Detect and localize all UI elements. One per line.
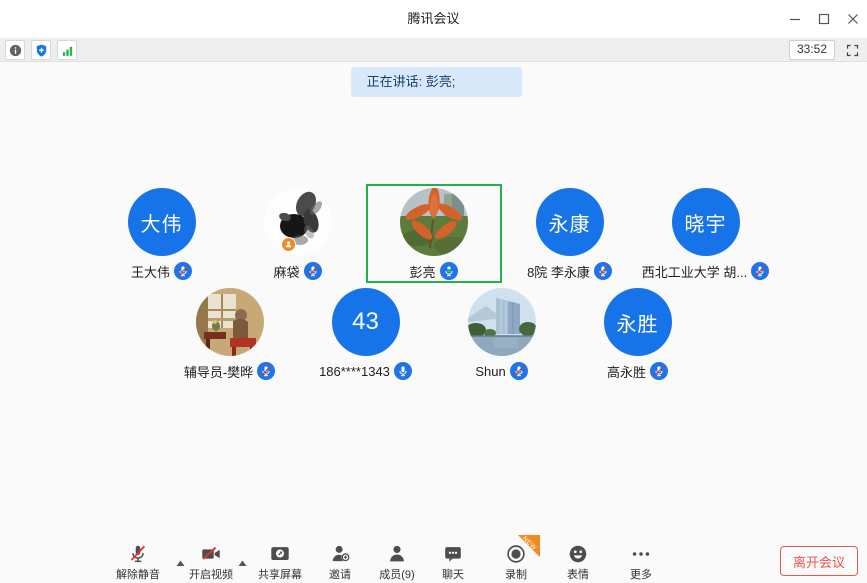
mic-muted-icon <box>510 362 528 380</box>
fullscreen-icon <box>845 43 860 58</box>
participant-name: 辅导员-樊晔 <box>184 362 253 381</box>
participant-tile-madai[interactable]: 麻袋 <box>230 184 366 283</box>
statusbar-left <box>5 40 77 60</box>
network-quality-button[interactable] <box>57 40 77 60</box>
emoji-icon <box>567 543 589 565</box>
avatar: 晓宇 <box>672 188 740 256</box>
start-video-button[interactable]: 开启视频 <box>179 541 243 582</box>
more-icon <box>629 543 653 565</box>
info-icon <box>8 43 23 58</box>
mic-speaking-icon <box>440 262 458 280</box>
share-screen-icon <box>268 543 292 565</box>
record-label: 录制 <box>505 566 527 582</box>
emoji-label: 表情 <box>567 566 589 582</box>
close-icon <box>847 13 859 25</box>
mic-muted-icon <box>257 362 275 380</box>
chat-label: 聊天 <box>442 566 464 582</box>
participant-tile-186[interactable]: 43 186****1343 <box>298 284 434 383</box>
avatar-leaf-photo <box>400 188 468 256</box>
meeting-timer: 33:52 <box>789 40 835 60</box>
mic-muted-icon <box>174 262 192 280</box>
statusbar: 33:52 <box>0 38 867 62</box>
window-controls <box>780 0 867 38</box>
security-button[interactable] <box>31 40 51 60</box>
leave-meeting-button[interactable]: 离开会议 <box>780 546 858 576</box>
maximize-button[interactable] <box>809 0 838 38</box>
chat-icon <box>442 543 464 565</box>
video-options-caret[interactable] <box>238 554 247 572</box>
statusbar-right: 33:52 <box>789 40 862 60</box>
minimize-icon <box>789 13 801 25</box>
avatar: 大伟 <box>128 188 196 256</box>
meeting-info-button[interactable] <box>5 40 25 60</box>
members-button[interactable]: 成员(9) <box>365 541 429 582</box>
participant-tile-pengliang-speaking[interactable]: 彭亮 <box>366 184 502 283</box>
avatar: 永康 <box>536 188 604 256</box>
host-badge-icon <box>281 237 296 252</box>
participant-tile-wangdawei[interactable]: 大伟 王大伟 <box>94 184 230 283</box>
close-button[interactable] <box>838 0 867 38</box>
invite-label: 邀请 <box>329 566 351 582</box>
participant-grid: 大伟 王大伟 <box>0 184 867 383</box>
speaking-banner: 正在讲话: 彭亮; <box>351 67 523 97</box>
participant-tile-gaoyongsheng[interactable]: 永胜 高永胜 <box>570 284 706 383</box>
camera-off-toolbar-icon <box>199 543 223 565</box>
maximize-icon <box>818 13 830 25</box>
avatar-ink-art <box>264 188 332 256</box>
chat-button[interactable]: 聊天 <box>421 541 485 582</box>
avatar: 永胜 <box>604 288 672 356</box>
participant-name: 麻袋 <box>273 262 299 281</box>
record-button[interactable]: NEW 录制 <box>484 541 548 582</box>
security-shield-icon <box>34 43 49 58</box>
members-label: 成员(9) <box>379 566 414 582</box>
participant-tile-xiaoyu[interactable]: 晓宇 西北工业大学 胡... <box>638 184 774 283</box>
share-screen-button[interactable]: 共享屏幕 <box>248 541 312 582</box>
participant-name: 高永胜 <box>607 362 646 381</box>
mic-muted-icon <box>751 262 769 280</box>
avatar-building-photo <box>468 288 536 356</box>
participant-row-1: 大伟 王大伟 <box>0 184 867 283</box>
titlebar: 腾讯会议 <box>0 0 867 38</box>
share-screen-label: 共享屏幕 <box>258 566 302 582</box>
network-signal-icon <box>60 43 75 58</box>
minimize-button[interactable] <box>780 0 809 38</box>
participant-name: Shun <box>475 364 505 379</box>
participant-name: 8院 李永康 <box>527 262 590 281</box>
mic-muted-toolbar-icon <box>127 543 149 565</box>
mic-muted-icon <box>594 262 612 280</box>
bottom-toolbar: 解除静音 开启视频 <box>0 535 867 583</box>
more-button[interactable]: 更多 <box>609 541 673 582</box>
invite-button[interactable]: 邀请 <box>308 541 372 582</box>
participant-name: 186****1343 <box>319 364 390 379</box>
unmute-button[interactable]: 解除静音 <box>106 541 170 582</box>
meeting-window: 腾讯会议 <box>0 0 867 583</box>
invite-icon <box>329 543 352 565</box>
participant-tile-fudaoyuan[interactable]: 辅导员-樊晔 <box>162 284 298 383</box>
avatar-painting-photo <box>196 288 264 356</box>
participant-name: 王大伟 <box>131 262 170 281</box>
participant-row-2: 辅导员-樊晔 43 186****1343 <box>0 284 867 383</box>
emoji-button[interactable]: 表情 <box>546 541 610 582</box>
avatar: 43 <box>332 288 400 356</box>
members-icon <box>386 543 408 565</box>
mic-muted-icon <box>650 362 668 380</box>
record-icon <box>505 543 527 565</box>
participant-name: 彭亮 <box>409 262 435 281</box>
start-video-label: 开启视频 <box>189 566 233 582</box>
participant-tile-liyongkang[interactable]: 永康 8院 李永康 <box>502 184 638 283</box>
mic-on-icon <box>394 362 412 380</box>
fullscreen-button[interactable] <box>842 40 862 60</box>
mic-muted-icon <box>304 262 322 280</box>
more-label: 更多 <box>630 566 652 582</box>
window-title: 腾讯会议 <box>0 0 867 38</box>
participant-name: 西北工业大学 胡... <box>642 262 747 281</box>
participant-tile-shun[interactable]: Shun <box>434 284 570 383</box>
unmute-label: 解除静音 <box>116 566 160 582</box>
